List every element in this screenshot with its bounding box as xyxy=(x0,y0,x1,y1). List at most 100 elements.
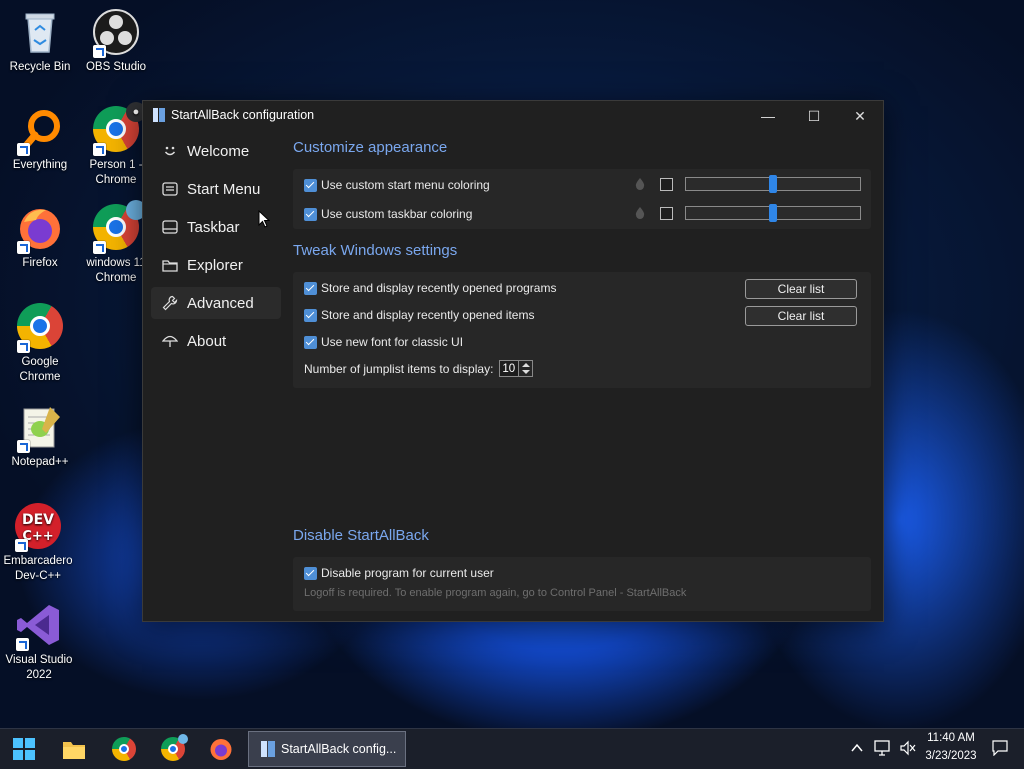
file-explorer-icon[interactable] xyxy=(62,737,86,761)
desktop-icon-label: Google Chrome xyxy=(19,356,61,383)
desktop-icon-label: OBS Studio xyxy=(85,61,147,73)
chrome-icon: ● xyxy=(92,102,146,156)
sidebar-item-label: Explorer xyxy=(187,256,243,274)
spin-up-icon[interactable] xyxy=(522,363,531,367)
taskbar-item-startallback[interactable]: StartAllBack config... xyxy=(248,731,406,767)
startallback-config-window: StartAllBack configuration — ☐ ✕ Welcome… xyxy=(142,100,884,622)
disable-program-checkbox[interactable] xyxy=(304,566,317,580)
taskbar-firefox-icon[interactable] xyxy=(209,737,233,761)
shortcut-arrow-icon xyxy=(93,143,106,156)
desktop-icon-obs-studio[interactable]: OBS Studio xyxy=(76,8,156,75)
sidebar-item-explorer[interactable]: Explorer xyxy=(151,249,281,281)
taskbar-coloring-checkbox[interactable] xyxy=(304,207,317,221)
recent-items-label: Store and display recently opened items xyxy=(321,308,535,322)
start-menu-color-swatch[interactable] xyxy=(660,178,673,191)
taskbar-color-swatch[interactable] xyxy=(660,207,673,220)
minimize-button[interactable]: — xyxy=(745,101,791,131)
desktop-icon-label: Recycle Bin xyxy=(9,61,71,73)
window-title: StartAllBack configuration xyxy=(171,108,315,122)
taskbar-slider-thumb[interactable] xyxy=(769,204,777,222)
desktop-icon-label: Notepad++ xyxy=(11,456,69,468)
taskbar-chrome-icon[interactable] xyxy=(112,737,136,761)
umbrella-icon xyxy=(161,332,179,350)
sidebar-item-advanced[interactable]: Advanced xyxy=(151,287,281,319)
shortcut-arrow-icon xyxy=(17,241,30,254)
shortcut-arrow-icon xyxy=(17,143,30,156)
chrome-icon xyxy=(16,303,64,353)
desktop-icon-label: Everything xyxy=(12,159,68,171)
clock-date[interactable]: 3/23/2023 xyxy=(916,750,986,762)
color-drop-icon xyxy=(635,207,645,219)
desktop-icon-google-chrome[interactable]: Google Chrome xyxy=(0,303,80,385)
obs-studio-icon xyxy=(92,8,140,58)
clear-programs-button[interactable]: Clear list xyxy=(745,279,857,299)
sidebar-item-label: Welcome xyxy=(187,142,250,160)
desktop-icon-firefox[interactable]: Firefox xyxy=(0,204,80,271)
new-font-row[interactable]: Use new font for classic UI xyxy=(304,335,463,349)
taskbar-icon xyxy=(161,218,179,236)
disable-program-row[interactable]: Disable program for current user xyxy=(304,566,494,580)
disable-program-label: Disable program for current user xyxy=(321,566,494,580)
sidebar-nav: Welcome Start Menu Taskbar Explorer Adva… xyxy=(151,135,281,363)
jumplist-label: Number of jumplist items to display: xyxy=(304,361,494,376)
start-menu-slider-thumb[interactable] xyxy=(769,175,777,193)
sidebar-item-label: About xyxy=(187,332,227,350)
notification-icon[interactable] xyxy=(992,740,1008,756)
start-menu-icon xyxy=(161,180,179,198)
sidebar-item-label: Start Menu xyxy=(187,180,261,198)
smiley-icon xyxy=(161,142,179,160)
new-font-checkbox[interactable] xyxy=(304,335,317,349)
desktop-icon-visual-studio[interactable]: Visual Studio 2022 xyxy=(0,601,79,683)
taskbar-color-slider[interactable] xyxy=(685,204,861,222)
chevron-up-icon[interactable] xyxy=(850,741,864,755)
start-menu-coloring-row[interactable]: Use custom start menu coloring xyxy=(304,178,490,192)
section-title-disable: Disable StartAllBack xyxy=(293,527,429,544)
desktop-icon-label: Firefox xyxy=(22,257,58,269)
jumplist-count-input[interactable]: 10 xyxy=(499,360,520,377)
shortcut-arrow-icon xyxy=(17,440,30,453)
mouse-cursor-icon xyxy=(258,210,270,228)
shortcut-arrow-icon xyxy=(16,638,29,651)
taskbar-item-label: StartAllBack config... xyxy=(281,742,397,756)
new-font-label: Use new font for classic UI xyxy=(321,335,464,349)
desktop-icon-devcpp[interactable]: DEV C++ Embarcadero Dev-C++ xyxy=(0,502,78,584)
everything-search-icon xyxy=(16,106,64,156)
taskbar-coloring-row[interactable]: Use custom taskbar coloring xyxy=(304,207,472,221)
sidebar-item-about[interactable]: About xyxy=(151,325,281,357)
startallback-app-icon xyxy=(153,108,165,122)
sidebar-item-welcome[interactable]: Welcome xyxy=(151,135,281,167)
desktop-icon-label: Embarcadero Dev-C++ xyxy=(3,555,73,582)
window-titlebar[interactable]: StartAllBack configuration — ☐ ✕ xyxy=(143,101,883,131)
recent-items-checkbox[interactable] xyxy=(304,308,317,322)
recent-programs-label: Store and display recently opened progra… xyxy=(321,281,557,295)
sidebar-item-start-menu[interactable]: Start Menu xyxy=(151,173,281,205)
close-button[interactable]: ✕ xyxy=(837,101,883,131)
recent-items-row[interactable]: Store and display recently opened items xyxy=(304,308,534,322)
chrome-icon xyxy=(92,200,146,254)
taskbar-chrome-profile-icon[interactable] xyxy=(161,734,188,761)
close-icon: ✕ xyxy=(854,107,866,124)
shortcut-arrow-icon xyxy=(17,340,30,353)
recent-programs-checkbox[interactable] xyxy=(304,281,317,295)
maximize-button[interactable]: ☐ xyxy=(791,101,837,131)
start-menu-coloring-checkbox[interactable] xyxy=(304,178,317,192)
desktop-icon-notepad-plus-plus[interactable]: Notepad++ xyxy=(0,403,80,470)
clear-items-button[interactable]: Clear list xyxy=(745,306,857,326)
clock-time[interactable]: 11:40 AM xyxy=(916,732,986,744)
recycle-bin-icon xyxy=(16,8,64,56)
disable-hint-text: Logoff is required. To enable program ag… xyxy=(304,587,687,599)
spin-down-icon[interactable] xyxy=(522,370,531,374)
recent-programs-row[interactable]: Store and display recently opened progra… xyxy=(304,281,556,295)
jumplist-spinner[interactable] xyxy=(519,360,534,377)
appearance-panel: Use custom start menu coloring Use custo… xyxy=(293,169,871,229)
disable-panel: Disable program for current user Logoff … xyxy=(293,557,871,611)
shortcut-arrow-icon xyxy=(93,241,106,254)
desktop-icon-everything[interactable]: Everything xyxy=(0,106,80,173)
start-menu-color-slider[interactable] xyxy=(685,175,861,193)
network-icon[interactable] xyxy=(874,740,892,756)
desktop-icon-label: Visual Studio 2022 xyxy=(5,654,73,681)
windows-start-icon[interactable] xyxy=(12,737,36,761)
desktop-icon-recycle-bin[interactable]: Recycle Bin xyxy=(0,8,80,75)
svg-text:DEV: DEV xyxy=(22,512,54,528)
volume-muted-icon[interactable] xyxy=(900,740,916,756)
